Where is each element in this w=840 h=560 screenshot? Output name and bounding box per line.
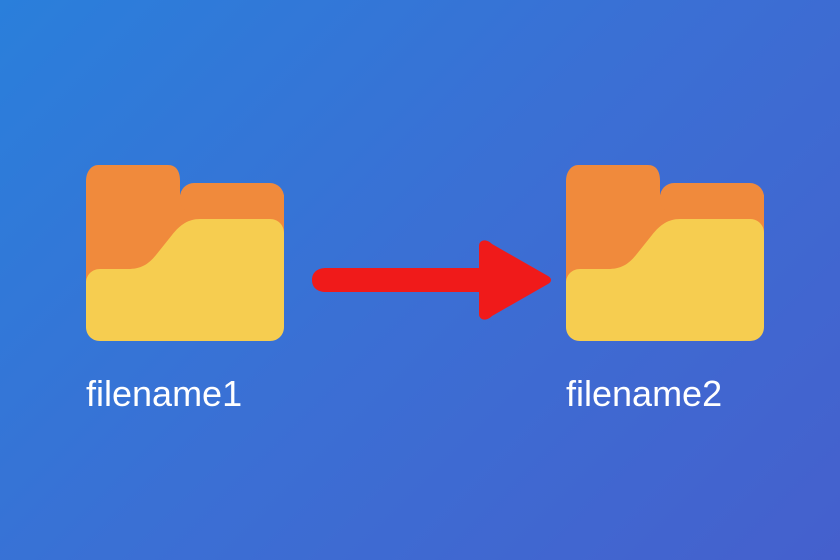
destination-folder: filename2 xyxy=(560,155,770,415)
source-folder-label: filename1 xyxy=(80,373,242,415)
arrow-right-icon xyxy=(304,240,554,320)
source-folder: filename1 xyxy=(80,155,290,415)
destination-folder-label: filename2 xyxy=(560,373,722,415)
folder-icon xyxy=(560,155,770,345)
folder-icon xyxy=(80,155,290,345)
